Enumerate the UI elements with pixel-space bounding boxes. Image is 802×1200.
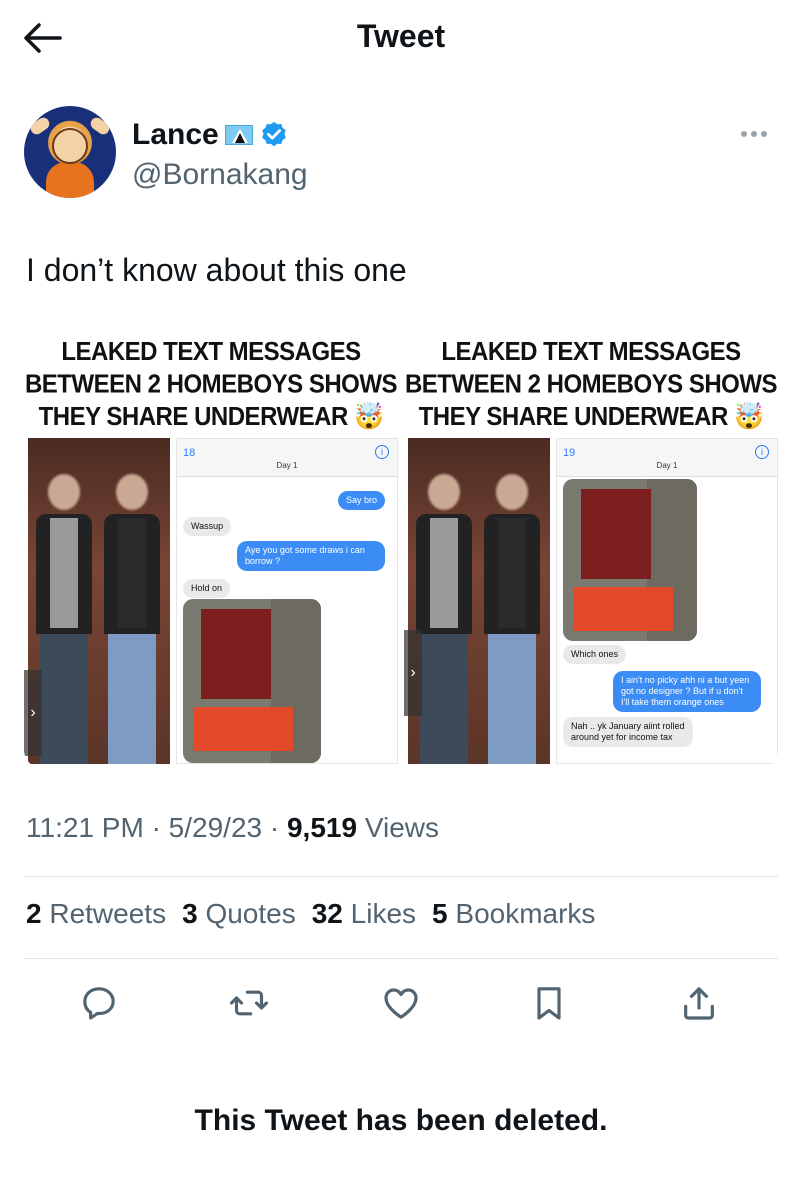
like-button[interactable]	[376, 978, 426, 1028]
retweet-button[interactable]	[224, 978, 274, 1028]
chat-contact: Day 1	[276, 461, 298, 470]
bookmark-icon	[537, 987, 561, 1020]
like-icon	[384, 988, 418, 1019]
reply-icon	[83, 987, 115, 1020]
reply-button[interactable]	[74, 978, 124, 1028]
chat-back-count: 18	[183, 447, 196, 459]
tweet-author: Lance @Bornakang	[24, 106, 784, 202]
share-icon	[684, 987, 714, 1020]
handle[interactable]: @Bornakang	[132, 158, 308, 192]
header: Tweet	[0, 0, 802, 80]
retweet-icon	[229, 990, 269, 1016]
views-label: Views	[364, 812, 440, 843]
share-button[interactable]	[674, 978, 724, 1028]
tweet-time: 11:21 PM	[26, 812, 144, 843]
carousel-next-button[interactable]: ›	[404, 630, 422, 716]
avatar[interactable]	[24, 106, 116, 198]
likes-stat[interactable]: 32 Likes	[312, 898, 416, 930]
media-image-left[interactable]: LEAKED TEXT MESSAGES BETWEEN 2 HOMEBOYS …	[24, 340, 398, 768]
bookmark-button[interactable]	[524, 978, 574, 1028]
divider	[24, 876, 778, 877]
action-bar	[24, 974, 778, 1034]
views-count: 9,519	[286, 812, 358, 843]
retweets-stat[interactable]: 2 Retweets	[26, 898, 166, 930]
chat-screenshot: 18 Day 1 i Say bro Wassup Aye you got so…	[176, 438, 398, 764]
carousel-prev-button[interactable]: ›	[24, 670, 42, 756]
meme-headline: LEAKED TEXT MESSAGES BETWEEN 2 HOMEBOYS …	[404, 340, 778, 432]
chat-back-count: 19	[563, 447, 576, 459]
tweet-text: I don’t know about this one	[26, 252, 407, 288]
flag-icon	[224, 125, 253, 145]
verified-badge-icon	[261, 121, 286, 147]
tweet-media[interactable]: LEAKED TEXT MESSAGES BETWEEN 2 HOMEBOYS …	[24, 340, 778, 768]
engagement-stats: 2 Retweets 3 Quotes 32 Likes 5 Bookmarks	[26, 898, 595, 930]
page-title: Tweet	[356, 18, 446, 54]
quotes-stat[interactable]: 3 Quotes	[182, 898, 296, 930]
chat-screenshot: 19 Day 1 i Which ones I ain't no picky a…	[556, 438, 778, 764]
tweet-date: 5/29/23	[168, 812, 263, 843]
display-name[interactable]: Lance	[132, 118, 219, 152]
tweet-meta: 11:21 PM · 5/29/23 · 9,519 Views	[26, 812, 440, 843]
photo-two-men	[408, 438, 550, 764]
info-icon: i	[375, 445, 389, 459]
more-button[interactable]	[734, 124, 774, 144]
photo-two-men	[28, 438, 170, 764]
divider	[24, 958, 778, 959]
name-row: Lance	[132, 118, 289, 152]
meme-headline: LEAKED TEXT MESSAGES BETWEEN 2 HOMEBOYS …	[24, 340, 398, 432]
mind-blown-emoji: 🤯	[353, 402, 384, 432]
mind-blown-emoji: 🤯	[733, 402, 764, 432]
more-icon	[741, 131, 747, 137]
bookmarks-stat[interactable]: 5 Bookmarks	[432, 898, 595, 930]
media-image-right[interactable]: LEAKED TEXT MESSAGES BETWEEN 2 HOMEBOYS …	[404, 340, 778, 768]
chat-contact: Day 1	[656, 461, 678, 470]
info-icon: i	[755, 445, 769, 459]
deleted-notice: This Tweet has been deleted.	[194, 1104, 608, 1137]
